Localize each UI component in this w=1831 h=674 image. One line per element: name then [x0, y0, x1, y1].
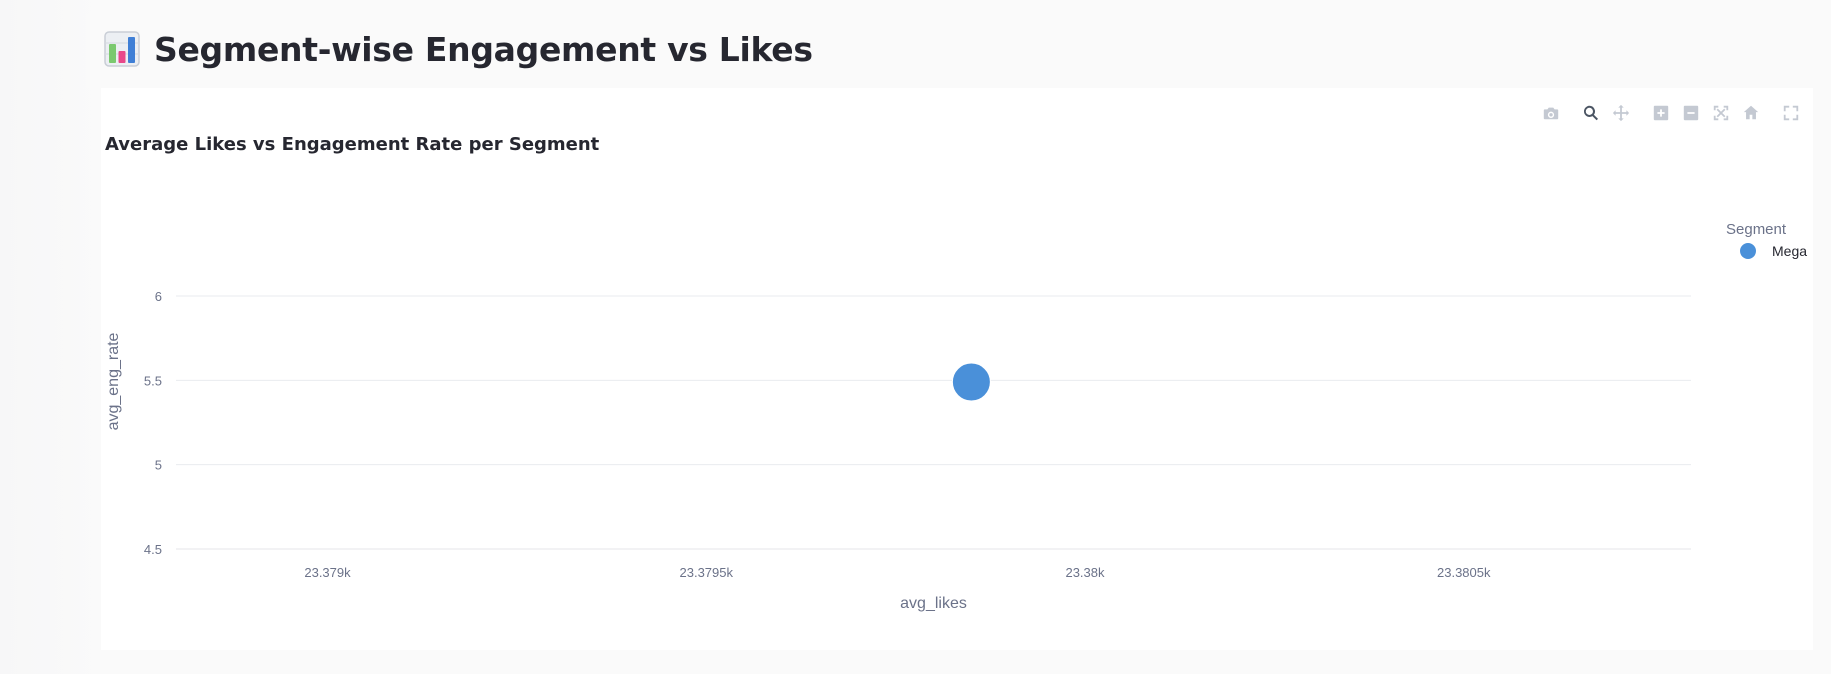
x-tick-label: 23.379k — [304, 565, 351, 580]
legend-label: Mega — [1772, 243, 1807, 259]
legend-marker — [1740, 243, 1756, 259]
legend-item-mega[interactable]: Mega — [1740, 243, 1807, 259]
data-points — [951, 362, 991, 402]
x-axis-title: avg_likes — [900, 595, 967, 612]
y-tick-label: 6 — [155, 289, 162, 304]
legend-title: Segment — [1726, 221, 1787, 238]
y-axis-title: avg_eng_rate — [105, 332, 122, 430]
legend-items[interactable]: Mega — [1740, 243, 1807, 259]
data-point-mega[interactable] — [951, 362, 991, 402]
legend[interactable]: Segment Mega — [1726, 221, 1807, 259]
x-tick-label: 23.3795k — [680, 565, 734, 580]
gridlines — [176, 295, 1691, 550]
y-axis-ticks: 4.5 5 5.5 6 — [144, 289, 162, 557]
y-tick-label: 4.5 — [144, 542, 162, 557]
y-tick-label: 5 — [155, 458, 162, 473]
x-tick-label: 23.38k — [1065, 565, 1105, 580]
scatter-plot[interactable]: 4.5 5 5.5 6 23.379k 23.3795k 23.38k 23.3805k a… — [0, 0, 1831, 674]
y-tick-label: 5.5 — [144, 373, 162, 388]
x-axis-ticks: 23.379k 23.3795k 23.38k 23.3805k — [304, 565, 1491, 580]
x-tick-label: 23.3805k — [1437, 565, 1491, 580]
